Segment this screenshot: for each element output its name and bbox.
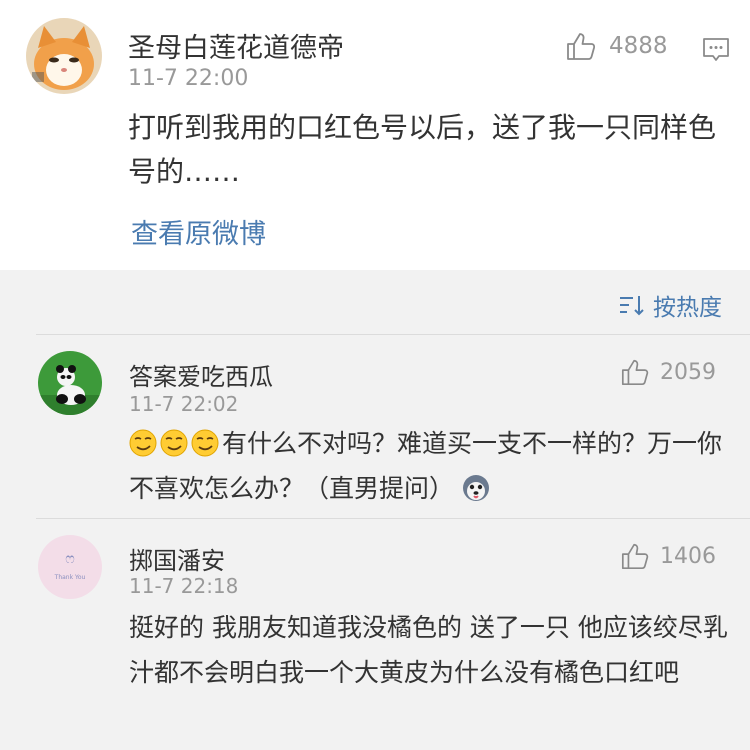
- timestamp: 11-7 22:18: [129, 574, 239, 598]
- reply-text: 挺好的 我朋友知道我没橘色的 送了一只 他应该绞尽乳汁都不会明白我一个大黄皮为什…: [129, 613, 728, 687]
- like-count: 1406: [660, 543, 716, 569]
- like-button[interactable]: 4888: [565, 30, 668, 62]
- like-button[interactable]: 2059: [620, 357, 716, 387]
- sort-label: 按热度: [653, 295, 722, 321]
- husky-emoji: [463, 475, 490, 501]
- avatar-caption: Thank You: [54, 574, 86, 581]
- user-avatar[interactable]: [26, 18, 102, 94]
- view-original-post-link[interactable]: 查看原微博: [131, 212, 266, 251]
- smirk-emoji: [191, 429, 219, 457]
- thumbs-up-icon: [621, 543, 649, 570]
- timestamp: 11-7 22:02: [129, 392, 239, 416]
- reply-item: 答案爱吃西瓜 11-7 22:02 2059 有什么不对吗？难道买一支不一样的？…: [0, 335, 750, 518]
- comment-icon: [703, 38, 729, 61]
- username[interactable]: 答案爱吃西瓜: [129, 357, 273, 392]
- sort-row: 按热度: [0, 270, 750, 334]
- user-avatar[interactable]: [38, 351, 102, 415]
- username[interactable]: 掷国潘安: [129, 541, 225, 576]
- thumbs-up-icon: [567, 33, 596, 60]
- thank-you-avatar-image: ෆ Thank You: [38, 535, 102, 599]
- like-count: 2059: [660, 359, 716, 385]
- panda-avatar-image: [38, 351, 102, 415]
- timestamp: 11-7 22:00: [128, 66, 249, 91]
- sort-by-heat-button[interactable]: 按热度: [619, 288, 722, 322]
- svg-text:ෆ: ෆ: [65, 551, 74, 567]
- reply-item: ෆ Thank You 掷国潘安 11-7 22:18 1406 挺好的 我朋友…: [0, 519, 750, 750]
- like-count: 4888: [609, 33, 668, 59]
- like-button[interactable]: 1406: [620, 541, 716, 571]
- comment-button[interactable]: [702, 36, 730, 64]
- sort-icon: [620, 296, 644, 316]
- smirk-emoji: [129, 429, 157, 457]
- thumbs-up-icon: [621, 359, 649, 386]
- username[interactable]: 圣母白莲花道德帝: [128, 26, 344, 65]
- reply-text: 有什么不对吗？难道买一支不一样的？万一你不喜欢怎么办？（直男提问）: [129, 421, 729, 511]
- comment-text: 打听到我用的口红色号以后，送了我一只同样色号的……: [128, 111, 717, 188]
- main-comment-card: 圣母白莲花道德帝 11-7 22:00 4888 打听到我用的口红色号以后，送了…: [0, 0, 750, 270]
- smirk-emoji: [160, 429, 188, 457]
- cat-avatar-image: [26, 18, 102, 94]
- user-avatar[interactable]: ෆ Thank You: [38, 535, 102, 599]
